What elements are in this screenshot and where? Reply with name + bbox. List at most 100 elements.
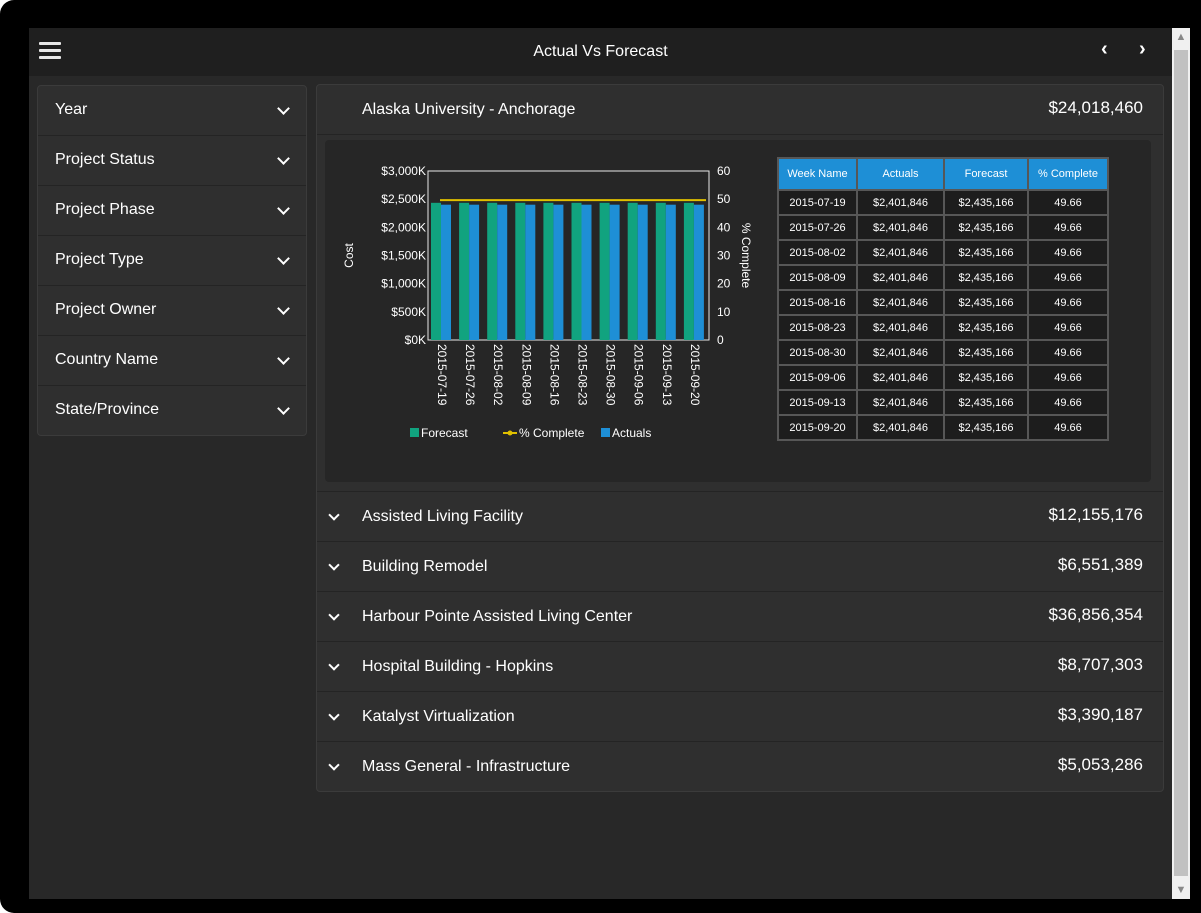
- filter-label: Project Type: [55, 251, 144, 268]
- project-amount: $3,390,187: [1057, 705, 1143, 724]
- column-header[interactable]: % Complete: [1027, 157, 1109, 191]
- table-cell: $2,435,166: [943, 289, 1029, 316]
- filter-label: Project Owner: [55, 301, 157, 318]
- forecast-bar: [627, 202, 638, 340]
- table-cell: $2,401,846: [856, 364, 945, 391]
- project-amount: $12,155,176: [1048, 505, 1143, 524]
- table-cell: $2,435,166: [943, 214, 1029, 241]
- filter-project-type[interactable]: Project Type: [38, 236, 306, 286]
- project-row[interactable]: Harbour Pointe Assisted Living Center $36…: [317, 592, 1163, 642]
- y2-tick-label: 30: [717, 249, 731, 263]
- table-cell: 49.66: [1027, 414, 1109, 441]
- filter-year[interactable]: Year: [38, 86, 306, 136]
- project-row[interactable]: Mass General - Infrastructure $5,053,286: [317, 742, 1163, 791]
- y2-tick-label: 20: [717, 277, 731, 291]
- table-row: 2015-08-23 $2,401,846 $2,435,166 49.66: [777, 314, 1109, 341]
- y-axis-label: Cost: [342, 243, 356, 268]
- table-cell: $2,435,166: [943, 264, 1029, 291]
- table-cell: $2,435,166: [943, 364, 1029, 391]
- y-tick-label: $0K: [405, 333, 426, 347]
- chevron-down-icon: [277, 102, 290, 115]
- table-row: 2015-09-20 $2,401,846 $2,435,166 49.66: [777, 414, 1109, 441]
- chevron-down-icon: [277, 352, 290, 365]
- x-tick-label: 2015-08-16: [547, 344, 561, 406]
- column-header[interactable]: Forecast: [943, 157, 1029, 191]
- y-tick-label: $1,000K: [381, 277, 426, 291]
- table-cell: 2015-09-20: [777, 414, 858, 441]
- table-cell: $2,401,846: [856, 264, 945, 291]
- project-row[interactable]: Assisted Living Facility $12,155,176: [317, 492, 1163, 542]
- y2-tick-label: 40: [717, 220, 731, 234]
- legend-actuals-swatch: [601, 428, 610, 437]
- table-cell: 49.66: [1027, 289, 1109, 316]
- actual-vs-forecast-chart: $0K $500K $1,000K $1,500K $2,000K $2,500K $3,0…: [342, 164, 753, 440]
- weekly-table: Week Name Actuals Forecast% Complete 2015-…: [777, 157, 1109, 441]
- actuals-bar: [581, 204, 592, 340]
- actuals-bar: [553, 204, 564, 340]
- project-row[interactable]: Building Remodel $6,551,389: [317, 542, 1163, 592]
- table-cell: 2015-08-09: [777, 264, 858, 291]
- y-tick-label: $3,000K: [381, 164, 426, 178]
- scrollbar-thumb[interactable]: [1174, 50, 1188, 876]
- forecast-bar: [459, 202, 470, 340]
- project-details: $0K $500K $1,000K $1,500K $2,000K $2,500K $3,0…: [317, 135, 1163, 492]
- project-name: Katalyst Virtualization: [362, 708, 515, 725]
- forecast-bar: [599, 202, 610, 340]
- table-cell: 49.66: [1027, 214, 1109, 241]
- x-tick-label: 2015-09-13: [660, 344, 674, 406]
- y2-tick-label: 60: [717, 164, 731, 178]
- y2-tick-label: 0: [717, 333, 724, 347]
- chevron-down-icon: [328, 509, 340, 521]
- x-tick-label: 2015-08-30: [604, 344, 618, 406]
- scroll-up-icon[interactable]: ▲: [1172, 31, 1190, 43]
- forecast-bar: [543, 202, 554, 340]
- filter-label: Project Phase: [55, 201, 155, 218]
- table-cell: 2015-07-26: [777, 214, 858, 241]
- table-cell: $2,401,846: [856, 214, 945, 241]
- project-row[interactable]: Katalyst Virtualization $3,390,187: [317, 692, 1163, 742]
- column-header[interactable]: Week Name: [777, 157, 858, 191]
- project-row[interactable]: Hospital Building - Hopkins $8,707,303: [317, 642, 1163, 692]
- table-cell: $2,401,846: [856, 189, 945, 216]
- filter-project-owner[interactable]: Project Owner: [38, 286, 306, 336]
- table-row: 2015-09-06 $2,401,846 $2,435,166 49.66: [777, 364, 1109, 391]
- filter-country-name[interactable]: Country Name: [38, 336, 306, 386]
- project-header-expanded[interactable]: Alaska University - Anchorage $24,018,46…: [317, 85, 1163, 135]
- table-cell: 49.66: [1027, 364, 1109, 391]
- project-amount: $5,053,286: [1057, 755, 1143, 774]
- actuals-bar: [525, 204, 536, 340]
- chevron-down-icon: [277, 402, 290, 415]
- actuals-bar: [637, 204, 648, 340]
- table-cell: 2015-07-19: [777, 189, 858, 216]
- scroll-down-icon[interactable]: ▼: [1172, 884, 1190, 896]
- legend-percent-marker: [507, 430, 513, 436]
- y2-tick-label: 50: [717, 192, 731, 206]
- scrollbar[interactable]: ▲ ▼: [1172, 28, 1190, 899]
- filter-project-status[interactable]: Project Status: [38, 136, 306, 186]
- chevron-down-icon: [328, 759, 340, 771]
- prev-arrow-icon[interactable]: ‹: [1101, 38, 1108, 61]
- project-amount: $36,856,354: [1048, 605, 1143, 624]
- table-row: 2015-08-16 $2,401,846 $2,435,166 49.66: [777, 289, 1109, 316]
- column-header[interactable]: Actuals: [856, 157, 945, 191]
- filter-project-phase[interactable]: Project Phase: [38, 186, 306, 236]
- forecast-bar: [683, 202, 694, 340]
- y2-axis-label: % Complete: [739, 223, 753, 289]
- table-cell: $2,435,166: [943, 239, 1029, 266]
- next-arrow-icon[interactable]: ›: [1139, 38, 1146, 61]
- actuals-bar: [693, 204, 704, 340]
- table-cell: $2,401,846: [856, 239, 945, 266]
- filter-label: State/Province: [55, 401, 160, 418]
- chevron-down-icon: [328, 559, 340, 571]
- x-tick-label: 2015-09-20: [688, 344, 702, 406]
- details-panel: $0K $500K $1,000K $1,500K $2,000K $2,500K $3,0…: [325, 140, 1151, 482]
- table-cell: $2,401,846: [856, 339, 945, 366]
- app-screen: Actual Vs Forecast ‹ › Year Project Statu…: [29, 28, 1172, 899]
- actuals-bar: [441, 204, 451, 340]
- table-row: 2015-07-19 $2,401,846 $2,435,166 49.66: [777, 189, 1109, 216]
- chevron-down-icon: [328, 709, 340, 721]
- x-tick-label: 2015-07-19: [435, 344, 449, 406]
- filter-state-province[interactable]: State/Province: [38, 386, 306, 435]
- filter-label: Project Status: [55, 151, 155, 168]
- forecast-bar: [431, 202, 441, 340]
